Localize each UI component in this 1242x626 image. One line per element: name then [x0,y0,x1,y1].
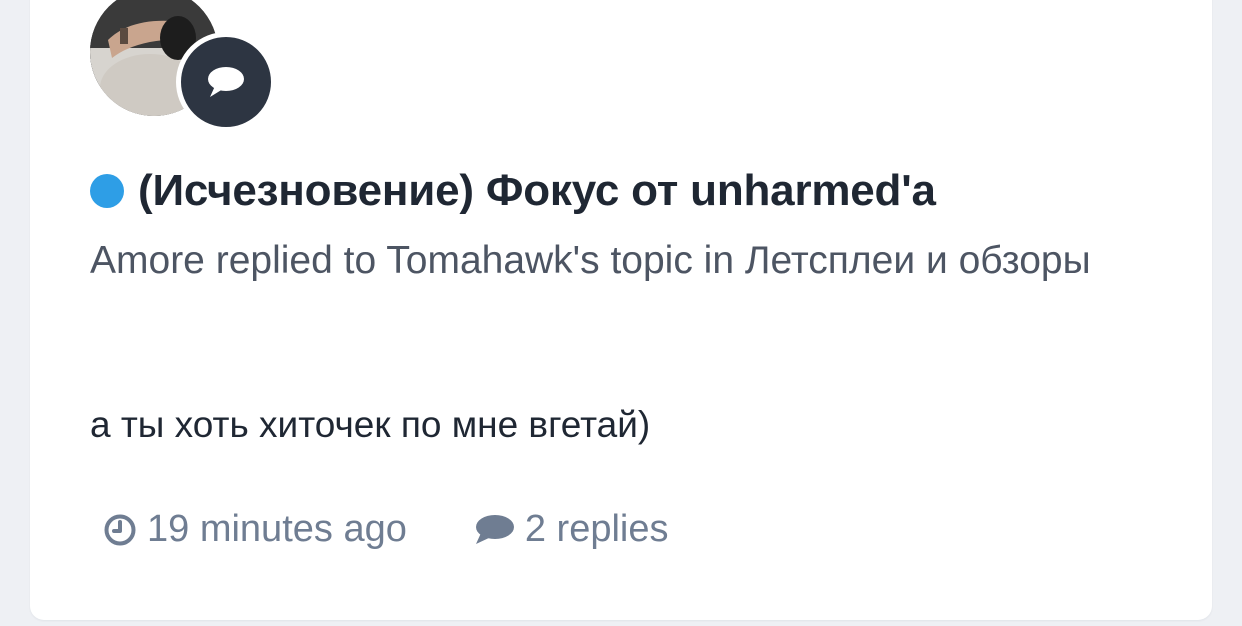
avatar-group[interactable] [90,0,280,138]
topic-title[interactable]: (Исчезновение) Фокус от unharmed'a [138,166,936,216]
activity-description: Amore replied to Tomahawk's topic in Лет… [90,239,1091,282]
reply-count-label[interactable]: 2 replies [525,508,669,551]
timestamp-label: 19 minutes ago [147,508,407,550]
reply-snippet: а ты хоть хиточек по мне вгетай) [90,404,651,445]
notification-stats: 19 minutes ago 2 replies [103,508,668,551]
comment-icon [475,514,514,544]
timestamp: 19 minutes ago [103,508,407,551]
clock-icon [104,514,136,545]
reply-count[interactable]: 2 replies [473,508,669,551]
speech-bubble-icon [176,32,276,132]
notification-title-row[interactable]: (Исчезновение) Фокус от unharmed'a [90,166,936,216]
unread-indicator [90,174,124,208]
